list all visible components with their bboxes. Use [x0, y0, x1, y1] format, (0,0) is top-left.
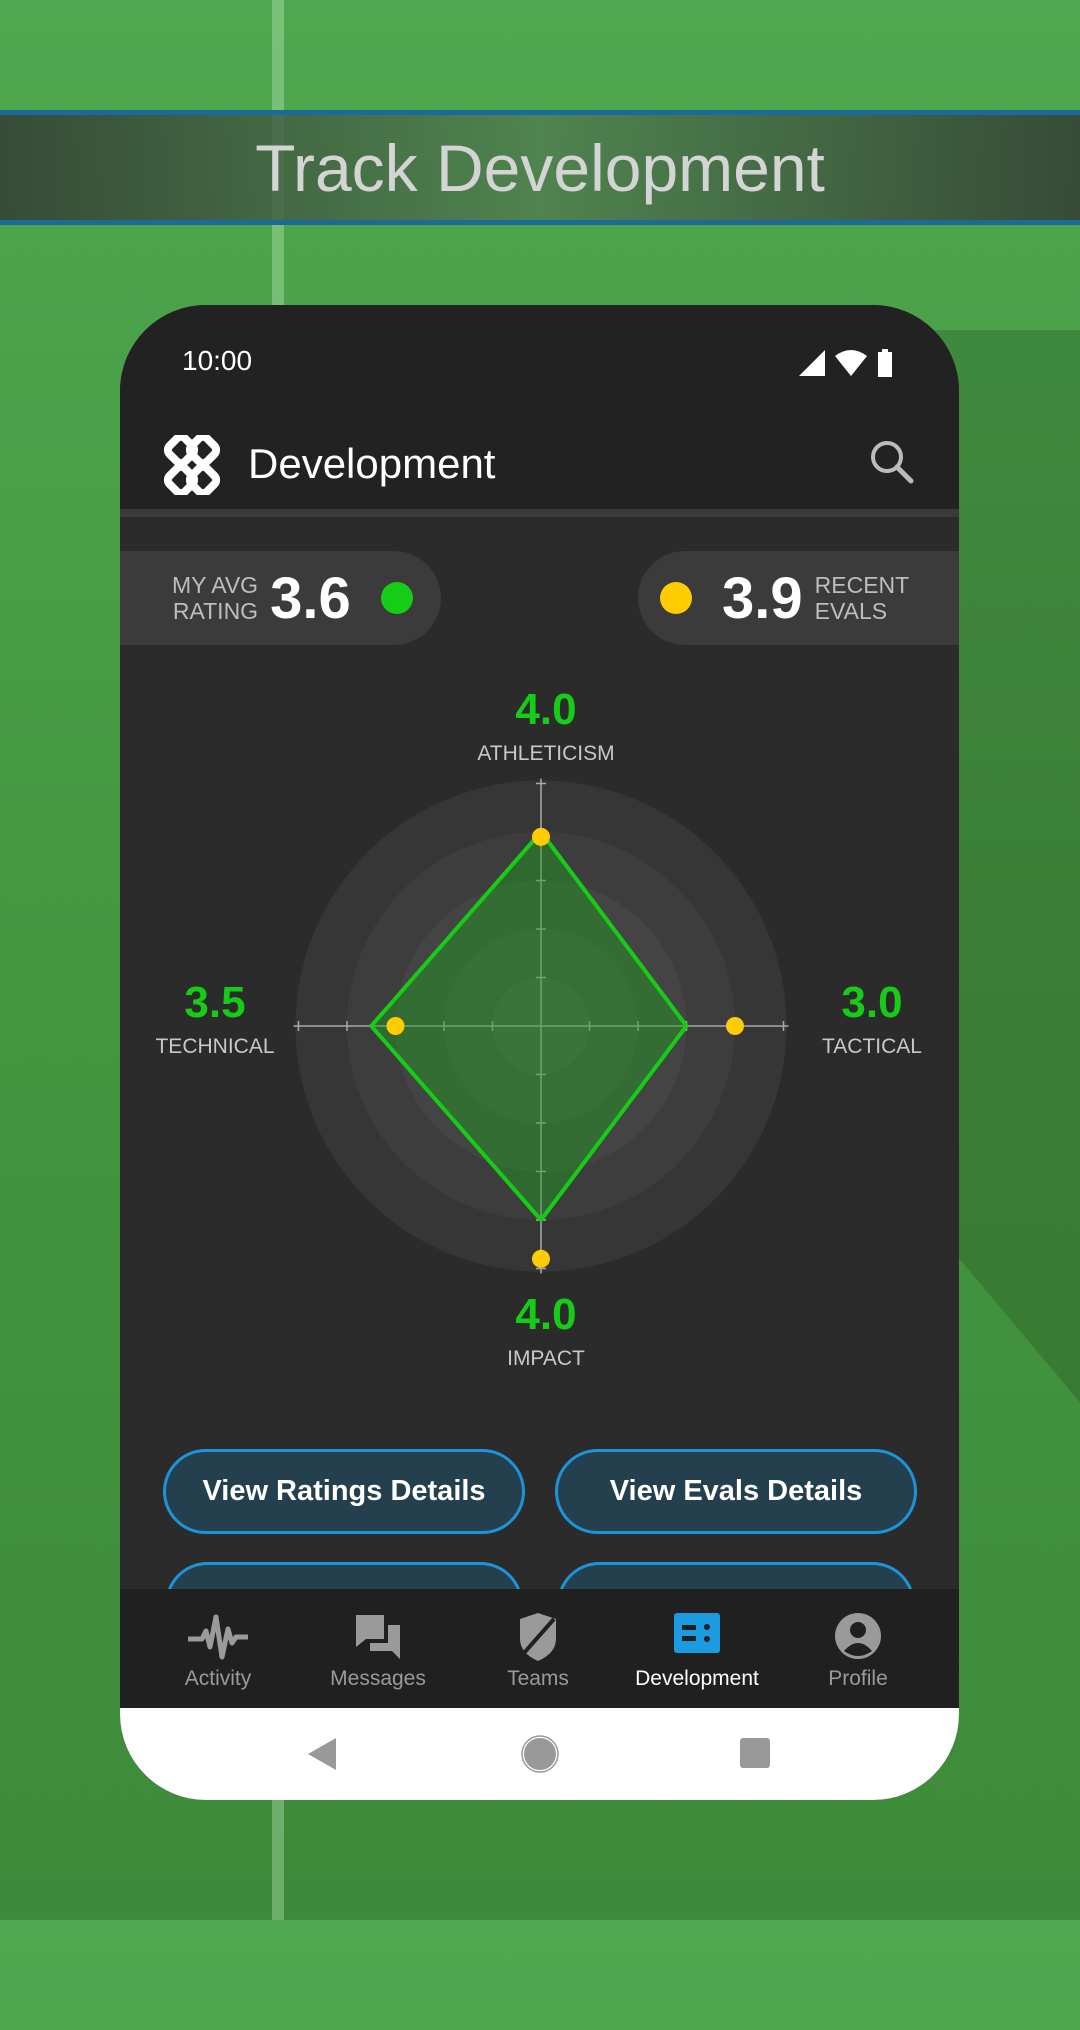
recents-icon[interactable] — [740, 1738, 770, 1768]
athleticism-value: 4.0 — [515, 685, 577, 734]
impact-label: IMPACT — [507, 1347, 585, 1370]
nav-activity[interactable]: Activity — [138, 1589, 298, 1708]
development-icon — [674, 1613, 720, 1653]
system-nav-bar — [120, 1708, 959, 1800]
impact-value: 4.0 — [515, 1290, 577, 1339]
view-evals-details-button[interactable]: View Evals Details — [555, 1449, 917, 1534]
tactical-value: 3.0 — [841, 978, 903, 1027]
home-icon[interactable] — [521, 1735, 559, 1773]
technical-value: 3.5 — [184, 978, 246, 1027]
promo-banner: Track Development — [0, 110, 1080, 225]
bottom-nav: Activity Messages Teams Development Prof… — [120, 1589, 959, 1708]
technical-label: TECHNICAL — [155, 1035, 275, 1058]
nav-profile[interactable]: Profile — [778, 1589, 938, 1708]
tactical-label: TACTICAL — [822, 1035, 922, 1058]
view-ratings-details-button[interactable]: View Ratings Details — [163, 1449, 525, 1534]
eval-point-technical — [386, 1017, 405, 1035]
profile-icon — [835, 1613, 881, 1659]
nav-development[interactable]: Development — [617, 1589, 777, 1708]
teams-shield-icon — [520, 1613, 556, 1661]
activity-icon — [188, 1614, 248, 1660]
messages-icon — [356, 1615, 400, 1659]
athleticism-label: ATHLETICISM — [477, 742, 615, 765]
banner-title: Track Development — [255, 130, 825, 205]
back-icon[interactable] — [308, 1738, 336, 1770]
eval-point-impact — [532, 1249, 550, 1268]
phone-screen: 10:00 Development MY AVG RATING 3.6 3.9 … — [120, 305, 959, 1800]
radar-chart — [293, 778, 789, 1274]
eval-point-athleticism — [532, 827, 550, 846]
nav-messages[interactable]: Messages — [298, 1589, 458, 1708]
eval-point-tactical — [726, 1017, 744, 1035]
nav-teams[interactable]: Teams — [458, 1589, 618, 1708]
